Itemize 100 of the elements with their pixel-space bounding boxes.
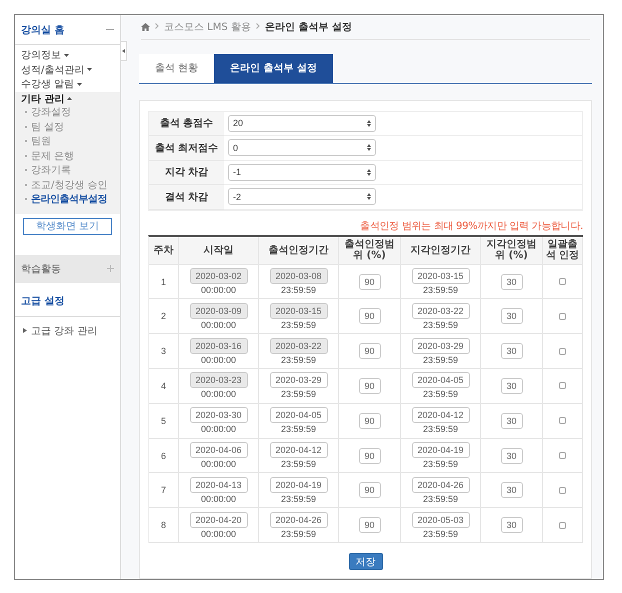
caret-icon: [87, 68, 92, 72]
percent-field[interactable]: 90: [358, 517, 380, 534]
checkbox[interactable]: [559, 417, 566, 424]
percent-field[interactable]: 90: [358, 412, 380, 429]
week-number: 8: [160, 520, 166, 530]
select-field[interactable]: -2: [228, 188, 376, 206]
menu-item[interactable]: 기타 관리: [15, 92, 120, 106]
date-field[interactable]: 2020-04-19: [412, 442, 470, 458]
submenu-item[interactable]: 문제 은행: [15, 150, 120, 164]
sort-icon: [367, 193, 371, 200]
date-field[interactable]: 2020-04-12: [270, 442, 328, 458]
column-header: 지각인정범위 (%): [481, 236, 543, 265]
percent-field[interactable]: 30: [500, 274, 522, 290]
submenu-item[interactable]: 온라인출석부설정: [15, 193, 120, 208]
date-field[interactable]: 2020-03-29: [270, 372, 328, 388]
plus-icon[interactable]: [107, 265, 114, 272]
percent-field[interactable]: 90: [358, 308, 380, 324]
percent-field[interactable]: 90: [358, 343, 380, 360]
column-header: 출석인정범위 (%): [339, 236, 401, 265]
select-field[interactable]: -1: [228, 164, 376, 181]
section-label[interactable]: 학습활동: [21, 262, 61, 276]
menu-item[interactable]: 수강생 알림: [15, 77, 120, 92]
home-icon[interactable]: [141, 22, 150, 31]
time-text: 23:59:59: [422, 389, 458, 400]
date-field[interactable]: 2020-04-13: [190, 476, 248, 493]
column-header: 지각인정기간: [401, 236, 481, 265]
select-field[interactable]: 0: [228, 139, 376, 156]
submenu-item[interactable]: 팀 설정: [15, 120, 120, 135]
time-text: 00:00:00: [200, 354, 236, 365]
sidebar-toggle[interactable]: [121, 41, 127, 61]
time-text: 23:59:59: [422, 424, 458, 434]
column-header: 시작일: [179, 236, 259, 265]
time-text: 23:59:59: [280, 354, 316, 365]
separator-icon: [155, 22, 159, 32]
percent-field[interactable]: 90: [358, 274, 380, 290]
menu-item[interactable]: 강의정보: [15, 48, 120, 62]
time-text: 23:59:59: [422, 459, 458, 469]
date-field[interactable]: 2020-04-26: [412, 476, 470, 493]
checkbox[interactable]: [559, 452, 566, 459]
week-number: 1: [160, 276, 166, 287]
checkbox[interactable]: [559, 312, 566, 320]
percent-field[interactable]: 30: [500, 343, 522, 360]
percent-field[interactable]: 30: [500, 448, 522, 464]
notice-text: 출석인정 범위는 최대 99%까지만 입력 가능합니다.: [360, 220, 583, 233]
time-text: 23:59:59: [280, 459, 316, 469]
time-text: 23:59:59: [422, 354, 458, 365]
sort-icon: [367, 120, 371, 127]
date-field[interactable]: 2020-04-06: [190, 442, 248, 458]
week-number: 5: [160, 416, 166, 426]
date-field[interactable]: 2020-03-15: [412, 268, 470, 284]
column-header: 일괄출석 인정: [543, 236, 583, 265]
date-field[interactable]: 2020-04-05: [412, 372, 470, 388]
week-number: 4: [160, 380, 166, 391]
date-field[interactable]: 2020-03-22: [412, 302, 470, 319]
date-field[interactable]: 2020-03-29: [412, 338, 470, 354]
checkbox[interactable]: [559, 486, 566, 494]
time-text: 23:59:59: [280, 528, 316, 539]
sort-icon: [367, 168, 371, 176]
date-field[interactable]: 2020-04-05: [270, 407, 328, 424]
tree-item[interactable]: 고급 강좌 관리: [15, 316, 120, 344]
date-field[interactable]: 2020-03-30: [190, 407, 248, 424]
time-text: 23:59:59: [280, 424, 316, 434]
tab[interactable]: 온라인 출석부 설정: [214, 54, 334, 83]
time-text: 00:00:00: [200, 389, 236, 400]
student-view-button[interactable]: 학생화면 보기: [23, 218, 112, 234]
sort-icon: [367, 144, 371, 152]
percent-field[interactable]: 30: [500, 378, 522, 394]
date-field[interactable]: 2020-05-03: [412, 512, 470, 528]
percent-field[interactable]: 90: [358, 378, 380, 394]
time-text: 23:59:59: [422, 285, 458, 296]
percent-field[interactable]: 90: [358, 448, 380, 464]
week-number: 6: [160, 450, 166, 460]
checkbox[interactable]: [559, 382, 566, 390]
submenu-item[interactable]: 강좌기록: [15, 164, 120, 178]
caret-icon: [67, 97, 72, 100]
tab[interactable]: 출석 현황: [139, 54, 214, 83]
date-field[interactable]: 2020-04-19: [270, 476, 328, 493]
menu-item[interactable]: 성적/출석관리: [15, 62, 120, 77]
time-text: 23:59:59: [422, 494, 458, 504]
checkbox[interactable]: [559, 278, 566, 286]
sidebar-title[interactable]: 강의실 홈: [21, 22, 64, 36]
percent-field[interactable]: 30: [500, 482, 522, 498]
percent-field[interactable]: 30: [500, 412, 522, 429]
submenu-item[interactable]: 팀원: [15, 135, 120, 150]
submenu-item[interactable]: 조교/청강생 승인: [15, 178, 120, 193]
submenu-item[interactable]: 강좌설정: [15, 106, 120, 120]
checkbox[interactable]: [559, 348, 566, 355]
week-number: 3: [160, 346, 166, 356]
percent-field[interactable]: 30: [500, 517, 522, 534]
date-field[interactable]: 2020-04-26: [270, 512, 328, 528]
time-text: 23:59:59: [280, 285, 316, 296]
select-field[interactable]: 20: [228, 114, 376, 132]
save-button[interactable]: 저장: [348, 553, 382, 570]
column-header: 출석인정기간: [259, 236, 339, 265]
date-field[interactable]: 2020-04-12: [412, 407, 470, 424]
breadcrumb-link[interactable]: 코스모스 LMS 활용: [164, 20, 251, 34]
checkbox[interactable]: [559, 522, 566, 529]
percent-field[interactable]: 30: [500, 308, 522, 324]
percent-field[interactable]: 90: [358, 482, 380, 498]
date-field[interactable]: 2020-04-20: [190, 512, 248, 528]
